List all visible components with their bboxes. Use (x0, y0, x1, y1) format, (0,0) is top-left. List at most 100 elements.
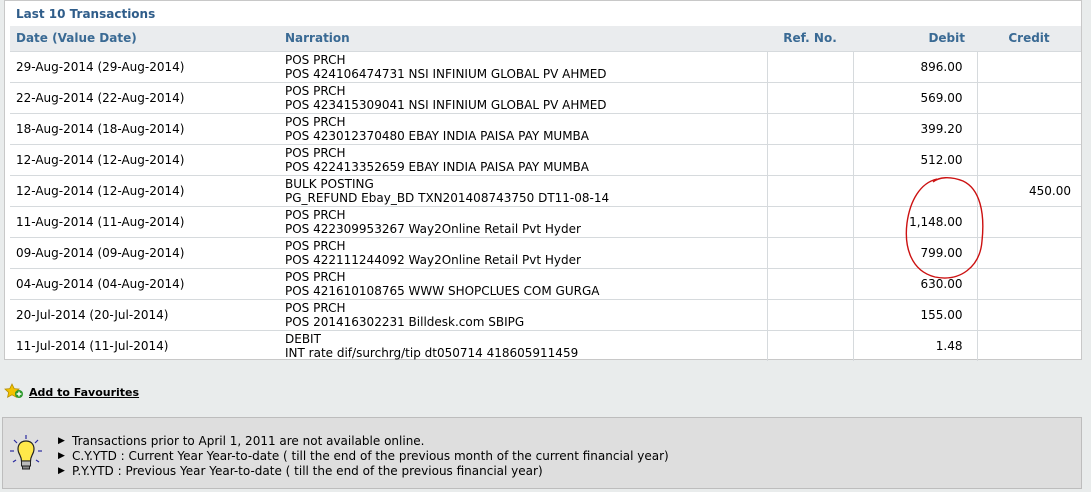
date-cell: 20-Jul-2014 (20-Jul-2014) (10, 298, 279, 330)
credit-cell (976, 205, 1081, 237)
ref-cell (766, 298, 853, 330)
debit-cell: 1.48 (852, 329, 977, 361)
column-header-ref: Ref. No. (767, 26, 853, 51)
narration-line-2: POS 421610108765 WWW SHOPCLUES COM GURGA (285, 283, 600, 298)
credit-cell (976, 298, 1081, 330)
debit-cell (852, 174, 977, 206)
narration-line-2: POS 422111244092 Way2Online Retail Pvt H… (285, 252, 581, 267)
debit-cell: 155.00 (852, 298, 977, 330)
narration-cell: POS PRCH POS 421610108765 WWW SHOPCLUES C… (279, 267, 767, 299)
narration-line-2: POS 423012370480 EBAY INDIA PAISA PAY MU… (285, 128, 590, 143)
ref-cell (766, 50, 853, 82)
narration-cell: DEBIT INT rate dif/surchrg/tip dt050714 4… (279, 329, 767, 361)
narration-line-1: POS PRCH (285, 52, 346, 67)
narration-cell: POS PRCH POS 423415309041 NSI INFINIUM GL… (279, 81, 767, 113)
add-to-favourites-link[interactable]: Add to Favourites (29, 386, 139, 399)
debit-cell: 399.20 (852, 112, 977, 144)
date-cell: 12-Aug-2014 (12-Aug-2014) (10, 143, 279, 175)
info-note: ▶ P.Y.YTD : Previous Year Year-to-date ( … (58, 464, 543, 478)
ref-cell (766, 112, 853, 144)
narration-line-2: POS 424106474731 NSI INFINIUM GLOBAL PV … (285, 66, 607, 81)
transactions-table: Date (Value Date) Narration Ref. No. Deb… (10, 26, 1081, 361)
debit-cell: 630.00 (852, 267, 977, 299)
narration-cell: POS PRCH POS 201416302231 Billdesk.com SB… (279, 298, 767, 330)
column-header-debit: Debit (853, 26, 977, 51)
arrow-right-icon: ▶ (58, 466, 65, 476)
narration-line-1: DEBIT (285, 331, 321, 346)
table-row: 12-Aug-2014 (12-Aug-2014) POS PRCH POS 422… (10, 143, 1081, 175)
credit-cell (976, 112, 1081, 144)
info-note: ▶ Transactions prior to April 1, 2011 are… (58, 434, 425, 448)
arrow-right-icon: ▶ (58, 451, 65, 461)
narration-line-1: POS PRCH (285, 238, 346, 253)
narration-line-2: INT rate dif/surchrg/tip dt050714 418605… (285, 345, 579, 360)
column-header-narration: Narration (279, 26, 767, 51)
ref-cell (766, 236, 853, 268)
credit-cell: 450.00 (976, 174, 1081, 206)
narration-line-2: POS 422309953267 Way2Online Retail Pvt H… (285, 221, 581, 236)
narration-cell: POS PRCH POS 422309953267 Way2Online Reta… (279, 205, 767, 237)
arrow-right-icon: ▶ (58, 436, 65, 446)
narration-line-2: POS 422413352659 EBAY INDIA PAISA PAY MU… (285, 159, 590, 174)
credit-cell (976, 50, 1081, 82)
narration-cell: POS PRCH POS 422413352659 EBAY INDIA PAIS… (279, 143, 767, 175)
table-row: 11-Jul-2014 (11-Jul-2014) DEBIT INT rate d… (10, 329, 1081, 361)
date-cell: 09-Aug-2014 (09-Aug-2014) (10, 236, 279, 268)
ref-cell (766, 143, 853, 175)
narration-line-1: POS PRCH (285, 269, 346, 284)
ref-cell (766, 205, 853, 237)
add-to-favourites[interactable]: Add to Favourites (4, 383, 139, 402)
date-cell: 22-Aug-2014 (22-Aug-2014) (10, 81, 279, 113)
table-row: 11-Aug-2014 (11-Aug-2014) POS PRCH POS 422… (10, 205, 1081, 237)
debit-cell: 1,148.00 (852, 205, 977, 237)
debit-cell: 799.00 (852, 236, 977, 268)
ref-cell (766, 174, 853, 206)
narration-cell: POS PRCH POS 424106474731 NSI INFINIUM GL… (279, 50, 767, 82)
table-row: 04-Aug-2014 (04-Aug-2014) POS PRCH POS 421… (10, 267, 1081, 299)
narration-line-1: POS PRCH (285, 207, 346, 222)
credit-cell (976, 236, 1081, 268)
narration-cell: POS PRCH POS 422111244092 Way2Online Reta… (279, 236, 767, 268)
credit-cell (976, 329, 1081, 361)
narration-cell: POS PRCH POS 423012370480 EBAY INDIA PAIS… (279, 112, 767, 144)
credit-cell (976, 143, 1081, 175)
debit-cell: 569.00 (852, 81, 977, 113)
table-row: 22-Aug-2014 (22-Aug-2014) POS PRCH POS 423… (10, 81, 1081, 113)
debit-cell: 512.00 (852, 143, 977, 175)
narration-line-2: PG_REFUND Ebay_BD TXN201408743750 DT11-0… (285, 190, 610, 205)
narration-line-2: POS 201416302231 Billdesk.com SBIPG (285, 314, 525, 329)
table-row: 29-Aug-2014 (29-Aug-2014) POS PRCH POS 424… (10, 50, 1081, 82)
ref-cell (766, 329, 853, 361)
narration-line-1: POS PRCH (285, 83, 346, 98)
column-header-credit: Credit (977, 26, 1081, 51)
table-row: 09-Aug-2014 (09-Aug-2014) POS PRCH POS 422… (10, 236, 1081, 268)
lightbulb-icon (9, 434, 43, 477)
credit-cell (976, 267, 1081, 299)
narration-line-1: POS PRCH (285, 145, 346, 160)
date-cell: 04-Aug-2014 (04-Aug-2014) (10, 267, 279, 299)
narration-line-2: POS 423415309041 NSI INFINIUM GLOBAL PV … (285, 97, 607, 112)
info-notes-list: ▶ Transactions prior to April 1, 2011 are… (58, 434, 669, 479)
date-cell: 29-Aug-2014 (29-Aug-2014) (10, 50, 279, 82)
date-cell: 11-Aug-2014 (11-Aug-2014) (10, 205, 279, 237)
date-cell: 12-Aug-2014 (12-Aug-2014) (10, 174, 279, 206)
transactions-panel: Last 10 Transactions Date (Value Date) N… (4, 0, 1082, 361)
date-cell: 11-Jul-2014 (11-Jul-2014) (10, 329, 279, 361)
ref-cell (766, 81, 853, 113)
table-row: 12-Aug-2014 (12-Aug-2014) BULK POSTING PG_… (10, 174, 1081, 206)
ref-cell (766, 267, 853, 299)
info-box: ▶ Transactions prior to April 1, 2011 are… (2, 417, 1082, 489)
date-cell: 18-Aug-2014 (18-Aug-2014) (10, 112, 279, 144)
table-header-row: Date (Value Date) Narration Ref. No. Deb… (10, 26, 1081, 51)
narration-line-1: POS PRCH (285, 300, 346, 315)
narration-line-1: POS PRCH (285, 114, 346, 129)
narration-line-1: BULK POSTING (285, 176, 374, 191)
star-add-icon (4, 383, 24, 402)
debit-cell: 896.00 (852, 50, 977, 82)
narration-cell: BULK POSTING PG_REFUND Ebay_BD TXN2014087… (279, 174, 767, 206)
table-row: 18-Aug-2014 (18-Aug-2014) POS PRCH POS 423… (10, 112, 1081, 144)
panel-title: Last 10 Transactions (16, 7, 156, 21)
info-note: ▶ C.Y.YTD : Current Year Year-to-date ( t… (58, 449, 669, 463)
column-header-date: Date (Value Date) (10, 26, 279, 51)
credit-cell (976, 81, 1081, 113)
